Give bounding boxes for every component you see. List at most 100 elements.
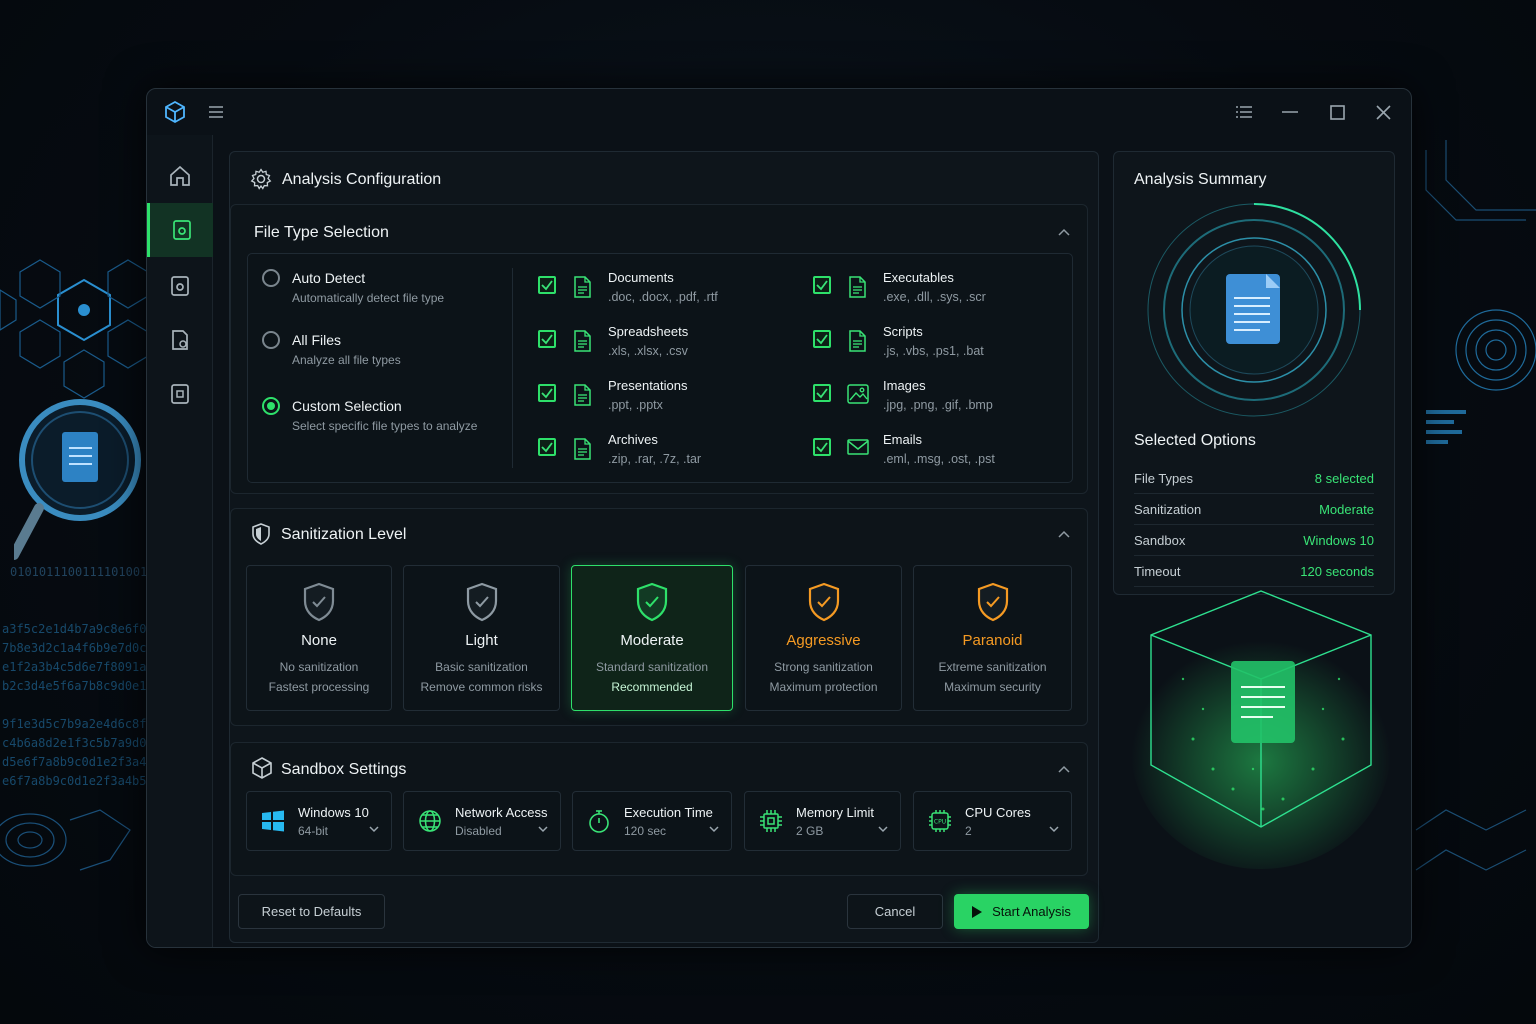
- radio-custom-selection[interactable]: [262, 397, 280, 415]
- analysis-configuration-panel: Analysis Configuration File Type Selecti…: [229, 151, 1099, 943]
- play-icon: [972, 905, 983, 918]
- reset-defaults-button[interactable]: Reset to Defaults: [238, 894, 385, 929]
- mode-description: Select specific file types to analyze: [292, 419, 478, 433]
- checkbox[interactable]: [813, 438, 831, 456]
- sidebar-item-file-settings[interactable]: [147, 313, 213, 367]
- maximize-icon[interactable]: [1324, 99, 1350, 125]
- checkbox[interactable]: [538, 438, 556, 456]
- minimize-icon[interactable]: [1277, 99, 1303, 125]
- executable-icon: [847, 276, 867, 298]
- chevron-down-icon[interactable]: [1049, 826, 1059, 833]
- summary-value: Moderate: [1319, 502, 1374, 517]
- level-description: Basic sanitization: [435, 660, 528, 674]
- email-icon: [847, 438, 869, 460]
- shield-check-icon: [808, 582, 839, 622]
- svg-text:CPU: CPU: [934, 819, 946, 826]
- setting-title: Network Access: [455, 805, 548, 820]
- shield-check-icon: [303, 582, 335, 622]
- level-detail: Fastest processing: [268, 680, 370, 694]
- collapse-chevron-up-icon[interactable]: [1058, 765, 1070, 773]
- sandbox-setting-memory-limit[interactable]: Memory Limit 2 GB: [744, 791, 901, 851]
- document-icon: [572, 276, 592, 298]
- setting-value: 2 GB: [796, 824, 824, 838]
- file-type-name: Executables: [883, 270, 954, 285]
- chevron-down-icon[interactable]: [709, 826, 719, 833]
- file-type-name: Archives: [608, 432, 658, 447]
- sanitization-level-none[interactable]: None No sanitization Fastest processing: [246, 565, 392, 711]
- chevron-down-icon[interactable]: [538, 826, 548, 833]
- hash-line: d5e6f7a8b9c0d1e2f3a4: [2, 755, 147, 769]
- sidebar: [147, 135, 213, 947]
- checkbox[interactable]: [813, 276, 831, 294]
- list-view-icon[interactable]: [1231, 99, 1257, 125]
- setting-title: CPU Cores: [965, 805, 1031, 820]
- chevron-down-icon[interactable]: [878, 826, 888, 833]
- sidebar-item-file-search[interactable]: [147, 259, 213, 313]
- file-type-name: Presentations: [608, 378, 688, 393]
- start-analysis-button[interactable]: Start Analysis: [954, 894, 1089, 929]
- hash-list: a3f5c2e1d4b7a9c8e6f0 7b8e3d2c1a4f6b9e7d0…: [2, 620, 147, 791]
- sanitization-level-paranoid[interactable]: Paranoid Extreme sanitization Maximum secu…: [913, 565, 1072, 711]
- sandbox-cube-illustration: [1131, 590, 1391, 869]
- sanitization-level-aggressive[interactable]: Aggressive Strong sanitization Maximum pro…: [745, 565, 902, 711]
- gear-icon: [250, 168, 272, 190]
- summary-row: Sandbox Windows 10: [1134, 525, 1374, 556]
- checkbox[interactable]: [538, 276, 556, 294]
- file-type-extensions: .doc, .docx, .pdf, .rtf: [608, 290, 718, 304]
- collapse-chevron-up-icon[interactable]: [1058, 228, 1070, 236]
- shield-check-icon: [636, 582, 668, 622]
- radio-all-files[interactable]: [262, 331, 280, 349]
- app-window: Analysis Configuration File Type Selecti…: [146, 88, 1412, 948]
- sandbox-section: Sandbox Settings Windows 10 64-bit Network…: [230, 742, 1088, 876]
- setting-title: Execution Time: [624, 805, 713, 820]
- mode-description: Automatically detect file type: [292, 291, 445, 305]
- level-detail: Remove common risks: [420, 680, 543, 694]
- windows-icon: [261, 809, 285, 833]
- setting-title: Windows 10: [298, 805, 369, 820]
- sidebar-item-file-scan[interactable]: [147, 203, 213, 257]
- magnifier-illustration: [14, 399, 141, 560]
- sanitization-level-moderate[interactable]: Moderate Standard sanitization Recommended: [571, 565, 733, 711]
- level-name: Light: [465, 632, 498, 649]
- close-icon[interactable]: [1370, 99, 1396, 125]
- sanitization-level-light[interactable]: Light Basic sanitization Remove common ris…: [403, 565, 560, 711]
- sandbox-setting-network-access[interactable]: Network Access Disabled: [403, 791, 561, 851]
- level-name: None: [301, 632, 337, 649]
- radio-auto-detect[interactable]: [262, 269, 280, 287]
- hash-line: b2c3d4e5f6a7b8c9d0e1: [2, 679, 147, 693]
- collapse-chevron-up-icon[interactable]: [1058, 530, 1070, 538]
- chevron-down-icon[interactable]: [369, 826, 379, 833]
- hamburger-menu-icon[interactable]: [207, 102, 225, 122]
- summary-key: Sanitization: [1134, 502, 1202, 517]
- hash-line: c4b6a8d2e1f3c5b7a9d0: [2, 736, 147, 750]
- sidebar-item-file-archive[interactable]: [147, 367, 213, 421]
- hash-line: e1f2a3b4c5d6e7f8091a: [2, 660, 147, 674]
- image-icon: [847, 384, 869, 406]
- hash-line: a3f5c2e1d4b7a9c8e6f0: [2, 622, 147, 636]
- file-type-name: Images: [883, 378, 926, 393]
- file-type-options-box: Auto Detect Automatically detect file ty…: [247, 253, 1073, 483]
- summary-row: Sanitization Moderate: [1134, 494, 1374, 525]
- checkbox[interactable]: [813, 384, 831, 402]
- setting-value: 2: [965, 824, 972, 838]
- file-type-name: Scripts: [883, 324, 923, 339]
- cancel-button[interactable]: Cancel: [847, 894, 943, 929]
- presentation-icon: [572, 384, 592, 406]
- stopwatch-icon: [587, 809, 611, 833]
- sandbox-setting-execution-time[interactable]: Execution Time 120 sec: [572, 791, 732, 851]
- level-detail: Recommended: [611, 680, 693, 694]
- scan-radar-illustration: [1147, 203, 1361, 417]
- checkbox[interactable]: [538, 384, 556, 402]
- summary-row: File Types 8 selected: [1134, 463, 1374, 494]
- selected-options-title: Selected Options: [1134, 432, 1256, 449]
- sidebar-item-home[interactable]: [147, 149, 213, 203]
- level-detail: Maximum security: [944, 680, 1041, 694]
- mode-label: Auto Detect: [292, 270, 366, 286]
- checkbox[interactable]: [538, 330, 556, 348]
- checkbox[interactable]: [813, 330, 831, 348]
- sandbox-setting-windows-10[interactable]: Windows 10 64-bit: [246, 791, 392, 851]
- sandbox-setting-cpu-cores[interactable]: CPU CPU Cores 2: [913, 791, 1072, 851]
- file-type-extensions: .js, .vbs, .ps1, .bat: [883, 344, 984, 358]
- analysis-summary-panel: Analysis Summary Selected Options File T…: [1113, 151, 1395, 595]
- sanitization-section: Sanitization Level None No sanitization Fa…: [230, 508, 1088, 726]
